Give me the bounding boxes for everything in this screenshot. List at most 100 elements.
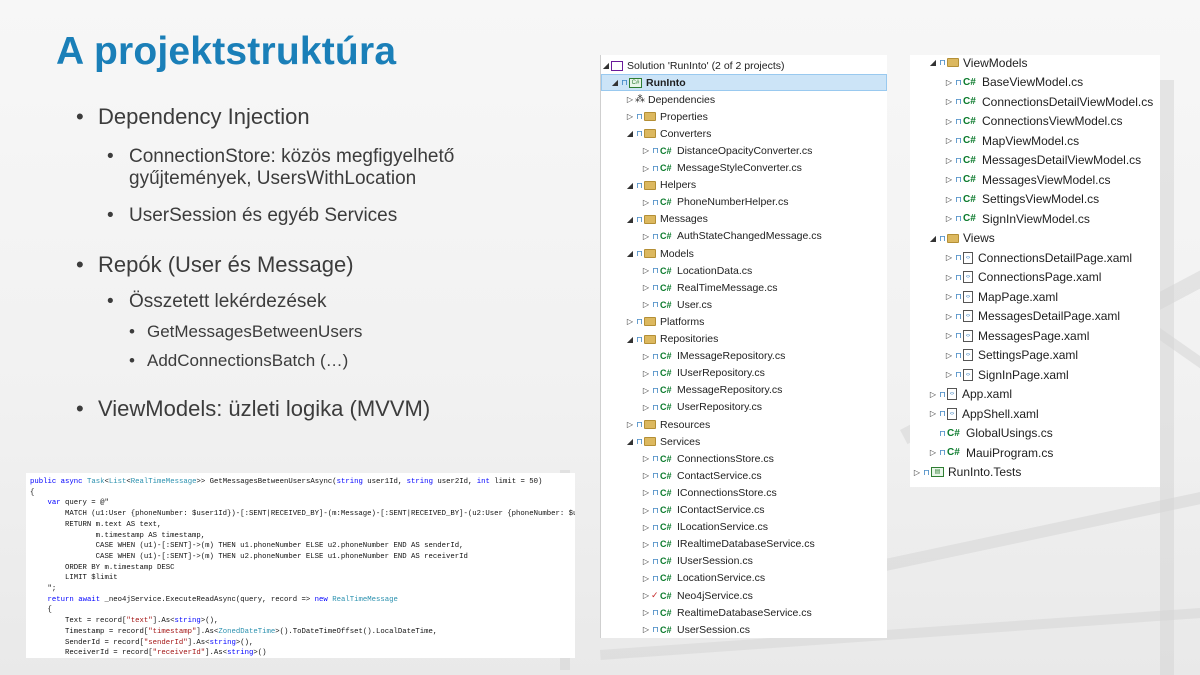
file-item[interactable]: ▷ ⊓ ‹› AppShell.xaml [910, 404, 1039, 423]
folder-item[interactable]: ◢ ⊓ Services [601, 433, 700, 450]
file-item[interactable]: ▷ ⊓ ‹› ConnectionsDetailPage.xaml [910, 248, 1132, 267]
collapsed-arrow-icon[interactable]: ▷ [641, 523, 651, 532]
collapsed-arrow-icon[interactable]: ▷ [641, 198, 651, 207]
file-item[interactable]: ▷ ⊓ C# AuthStateChangedMessage.cs [601, 228, 822, 245]
collapsed-arrow-icon[interactable]: ▷ [641, 454, 651, 463]
solution-root[interactable]: ◢ Solution 'RunInto' (2 of 2 projects) [601, 57, 785, 74]
test-project-item[interactable]: ▷ ⊓ ▤ RunInto.Tests [910, 463, 1021, 482]
collapsed-arrow-icon[interactable]: ▷ [944, 292, 954, 301]
file-item[interactable]: ▷ ⊓ C# SettingsViewModel.cs [910, 190, 1099, 209]
file-item[interactable]: ▷ ⊓ C# UserSession.cs [601, 621, 750, 638]
collapsed-arrow-icon[interactable]: ▷ [641, 471, 651, 480]
collapsed-arrow-icon[interactable]: ▷ [625, 317, 635, 326]
folder-item[interactable]: ◢ ⊓ Models [601, 245, 694, 262]
collapsed-arrow-icon[interactable]: ▷ [944, 370, 954, 379]
collapsed-arrow-icon[interactable]: ▷ [928, 448, 938, 457]
folder-item[interactable]: ▷ ⊓ Resources [601, 416, 710, 433]
expanded-arrow-icon[interactable]: ◢ [601, 61, 611, 70]
file-item[interactable]: ▷ ⊓ C# MapViewModel.cs [910, 131, 1079, 150]
props-item[interactable]: ▷ ⊓ Properties [601, 108, 708, 125]
file-item[interactable]: ▷ ⊓ C# IConnectionsStore.cs [601, 484, 777, 501]
expanded-arrow-icon[interactable]: ◢ [625, 437, 635, 446]
file-item[interactable]: ▷ ⊓ C# MessageStyleConverter.cs [601, 160, 802, 177]
collapsed-arrow-icon[interactable]: ▷ [944, 156, 954, 165]
file-item[interactable]: ▷ ⊓ ‹› MessagesPage.xaml [910, 326, 1089, 345]
file-item[interactable]: ▷ ⊓ C# MessagesViewModel.cs [910, 170, 1111, 189]
collapsed-arrow-icon[interactable]: ▷ [641, 300, 651, 309]
file-item[interactable]: ▷ ⊓ C# ConnectionsStore.cs [601, 450, 774, 467]
collapsed-arrow-icon[interactable]: ▷ [641, 608, 651, 617]
file-item[interactable]: ▷ ⊓ C# IUserSession.cs [601, 553, 753, 570]
collapsed-arrow-icon[interactable]: ▷ [944, 253, 954, 262]
expanded-arrow-icon[interactable]: ◢ [625, 181, 635, 190]
collapsed-arrow-icon[interactable]: ▷ [944, 273, 954, 282]
file-item[interactable]: ▷ ⊓ C# PhoneNumberHelper.cs [601, 194, 789, 211]
expanded-arrow-icon[interactable]: ◢ [610, 78, 620, 87]
collapsed-arrow-icon[interactable]: ▷ [641, 591, 651, 600]
collapsed-arrow-icon[interactable]: ▷ [641, 386, 651, 395]
collapsed-arrow-icon[interactable]: ▷ [641, 266, 651, 275]
collapsed-arrow-icon[interactable]: ▷ [641, 540, 651, 549]
folder-item[interactable]: ◢ ⊓ Views [910, 229, 995, 248]
file-item[interactable]: ▷ ⊓ C# SignInViewModel.cs [910, 209, 1090, 228]
folder-item[interactable]: ◢ ⊓ Converters [601, 125, 711, 142]
collapsed-arrow-icon[interactable]: ▷ [944, 117, 954, 126]
folder-item[interactable]: ▷ ⊓ Platforms [601, 313, 704, 330]
collapsed-arrow-icon[interactable]: ▷ [625, 420, 635, 429]
collapsed-arrow-icon[interactable]: ▷ [641, 557, 651, 566]
collapsed-arrow-icon[interactable]: ▷ [641, 164, 651, 173]
expanded-arrow-icon[interactable]: ◢ [625, 129, 635, 138]
collapsed-arrow-icon[interactable]: ▷ [944, 312, 954, 321]
file-item[interactable]: ▷ ⊓ C# MessageRepository.cs [601, 382, 783, 399]
collapsed-arrow-icon[interactable]: ▷ [625, 95, 635, 104]
file-item[interactable]: ▷ ⊓ ‹› MessagesDetailPage.xaml [910, 307, 1120, 326]
folder-item[interactable]: ◢ ⊓ Helpers [601, 177, 696, 194]
file-item[interactable]: ▷ ⊓ C# MessagesDetailViewModel.cs [910, 151, 1141, 170]
deps-item[interactable]: ▷ ⁂ Dependencies [601, 91, 715, 108]
file-item[interactable]: ▷ ✓ C# Neo4jService.cs [601, 587, 753, 604]
collapsed-arrow-icon[interactable]: ▷ [641, 352, 651, 361]
collapsed-arrow-icon[interactable]: ▷ [641, 574, 651, 583]
project-item[interactable]: ◢ ⊓ C# RunInto [601, 74, 887, 91]
file-item[interactable]: ▷ ⊓ ‹› MapPage.xaml [910, 287, 1058, 306]
file-item[interactable]: ▷ ⊓ C# RealtimeDatabaseService.cs [601, 604, 812, 621]
collapsed-arrow-icon[interactable]: ▷ [641, 506, 651, 515]
collapsed-arrow-icon[interactable]: ▷ [928, 390, 938, 399]
expanded-arrow-icon[interactable]: ◢ [625, 335, 635, 344]
collapsed-arrow-icon[interactable]: ▷ [944, 351, 954, 360]
file-item[interactable]: ▷ ⊓ C# BaseViewModel.cs [910, 73, 1083, 92]
collapsed-arrow-icon[interactable]: ▷ [944, 214, 954, 223]
file-item[interactable]: ▷ ⊓ C# RealTimeMessage.cs [601, 279, 778, 296]
collapsed-arrow-icon[interactable]: ▷ [641, 403, 651, 412]
collapsed-arrow-icon[interactable]: ▷ [944, 195, 954, 204]
folder-item[interactable]: ◢ ⊓ ViewModels [910, 53, 1028, 72]
file-item[interactable]: ▷ ⊓ ‹› SignInPage.xaml [910, 365, 1069, 384]
file-item[interactable]: ▷ ⊓ C# LocationService.cs [601, 570, 765, 587]
file-item[interactable]: ▷ ⊓ ‹› ConnectionsPage.xaml [910, 268, 1101, 287]
collapsed-arrow-icon[interactable]: ▷ [944, 175, 954, 184]
collapsed-arrow-icon[interactable]: ▷ [944, 97, 954, 106]
collapsed-arrow-icon[interactable]: ▷ [928, 409, 938, 418]
collapsed-arrow-icon[interactable]: ▷ [912, 468, 922, 477]
file-item[interactable]: ▷ ⊓ C# IContactService.cs [601, 502, 765, 519]
expanded-arrow-icon[interactable]: ◢ [928, 58, 938, 67]
file-item[interactable]: ▷ ⊓ C# IRealtimeDatabaseService.cs [601, 536, 815, 553]
file-item[interactable]: ▷ ⊓ C# ConnectionsViewModel.cs [910, 112, 1123, 131]
expanded-arrow-icon[interactable]: ◢ [625, 249, 635, 258]
file-item[interactable]: ▷ ⊓ C# ILocationService.cs [601, 519, 768, 536]
collapsed-arrow-icon[interactable]: ▷ [625, 112, 635, 121]
collapsed-arrow-icon[interactable]: ▷ [641, 369, 651, 378]
file-item[interactable]: ▷ ⊓ C# ConnectionsDetailViewModel.cs [910, 92, 1153, 111]
file-item[interactable]: ▷ ⊓ ‹› SettingsPage.xaml [910, 346, 1078, 365]
file-item[interactable]: ▷ ⊓ C# LocationData.cs [601, 262, 752, 279]
collapsed-arrow-icon[interactable]: ▷ [944, 136, 954, 145]
file-item[interactable]: ▷ ⊓ C# IUserRepository.cs [601, 365, 765, 382]
collapsed-arrow-icon[interactable]: ▷ [944, 331, 954, 340]
file-item[interactable]: ⊓ C# GlobalUsings.cs [910, 424, 1052, 443]
collapsed-arrow-icon[interactable]: ▷ [641, 146, 651, 155]
collapsed-arrow-icon[interactable]: ▷ [641, 232, 651, 241]
expanded-arrow-icon[interactable]: ◢ [928, 234, 938, 243]
collapsed-arrow-icon[interactable]: ▷ [641, 488, 651, 497]
file-item[interactable]: ▷ ⊓ ‹› App.xaml [910, 385, 1012, 404]
file-item[interactable]: ▷ ⊓ C# UserRepository.cs [601, 399, 762, 416]
